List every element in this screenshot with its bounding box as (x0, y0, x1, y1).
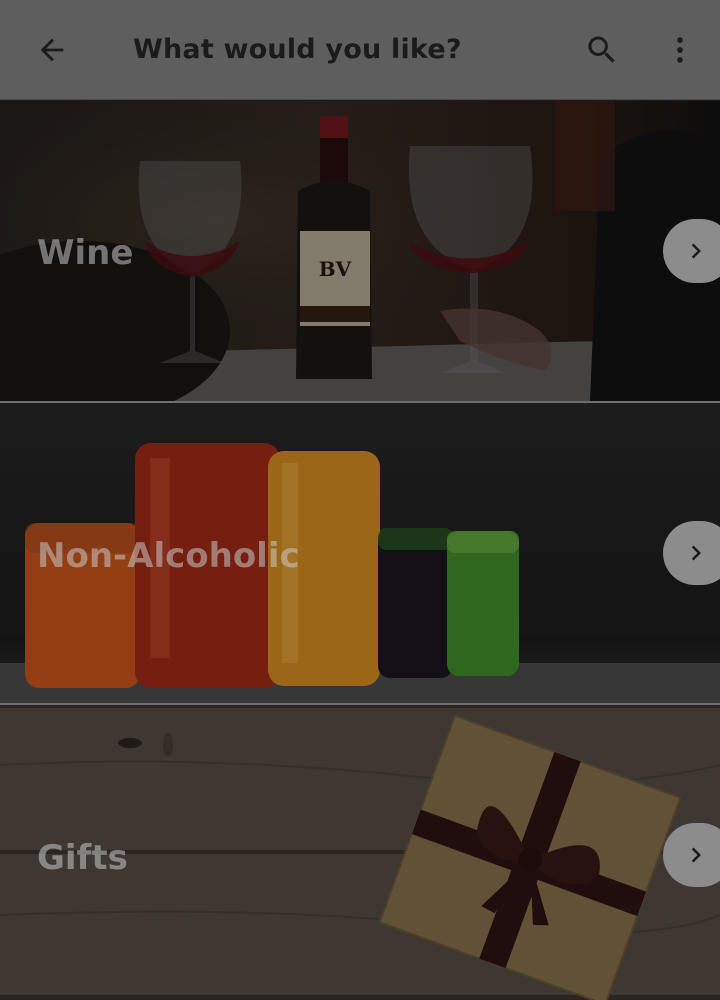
search-button[interactable] (576, 24, 628, 76)
chevron-right-icon (691, 545, 701, 561)
category-label: Non-Alcoholic (37, 536, 300, 576)
more-vert-icon (677, 37, 683, 63)
category-label: Gifts (37, 838, 128, 878)
more-options-button[interactable] (654, 24, 706, 76)
open-category-button[interactable] (663, 823, 720, 887)
category-label: Wine (37, 233, 134, 273)
category-card-gifts[interactable]: Gifts (0, 705, 720, 1000)
page-title: What would you like? (133, 34, 462, 65)
search-icon (588, 36, 615, 63)
app-bar: What would you like? (0, 0, 720, 100)
category-card-wine[interactable]: BV Wine (0, 101, 720, 401)
arrow-left-icon (40, 38, 64, 62)
back-button[interactable] (26, 24, 78, 76)
chevron-right-icon (691, 243, 701, 259)
chevron-right-icon (691, 847, 701, 863)
category-card-non-alcoholic[interactable]: Non-Alcoholic (0, 403, 720, 703)
open-category-button[interactable] (663, 521, 720, 585)
open-category-button[interactable] (663, 219, 720, 283)
